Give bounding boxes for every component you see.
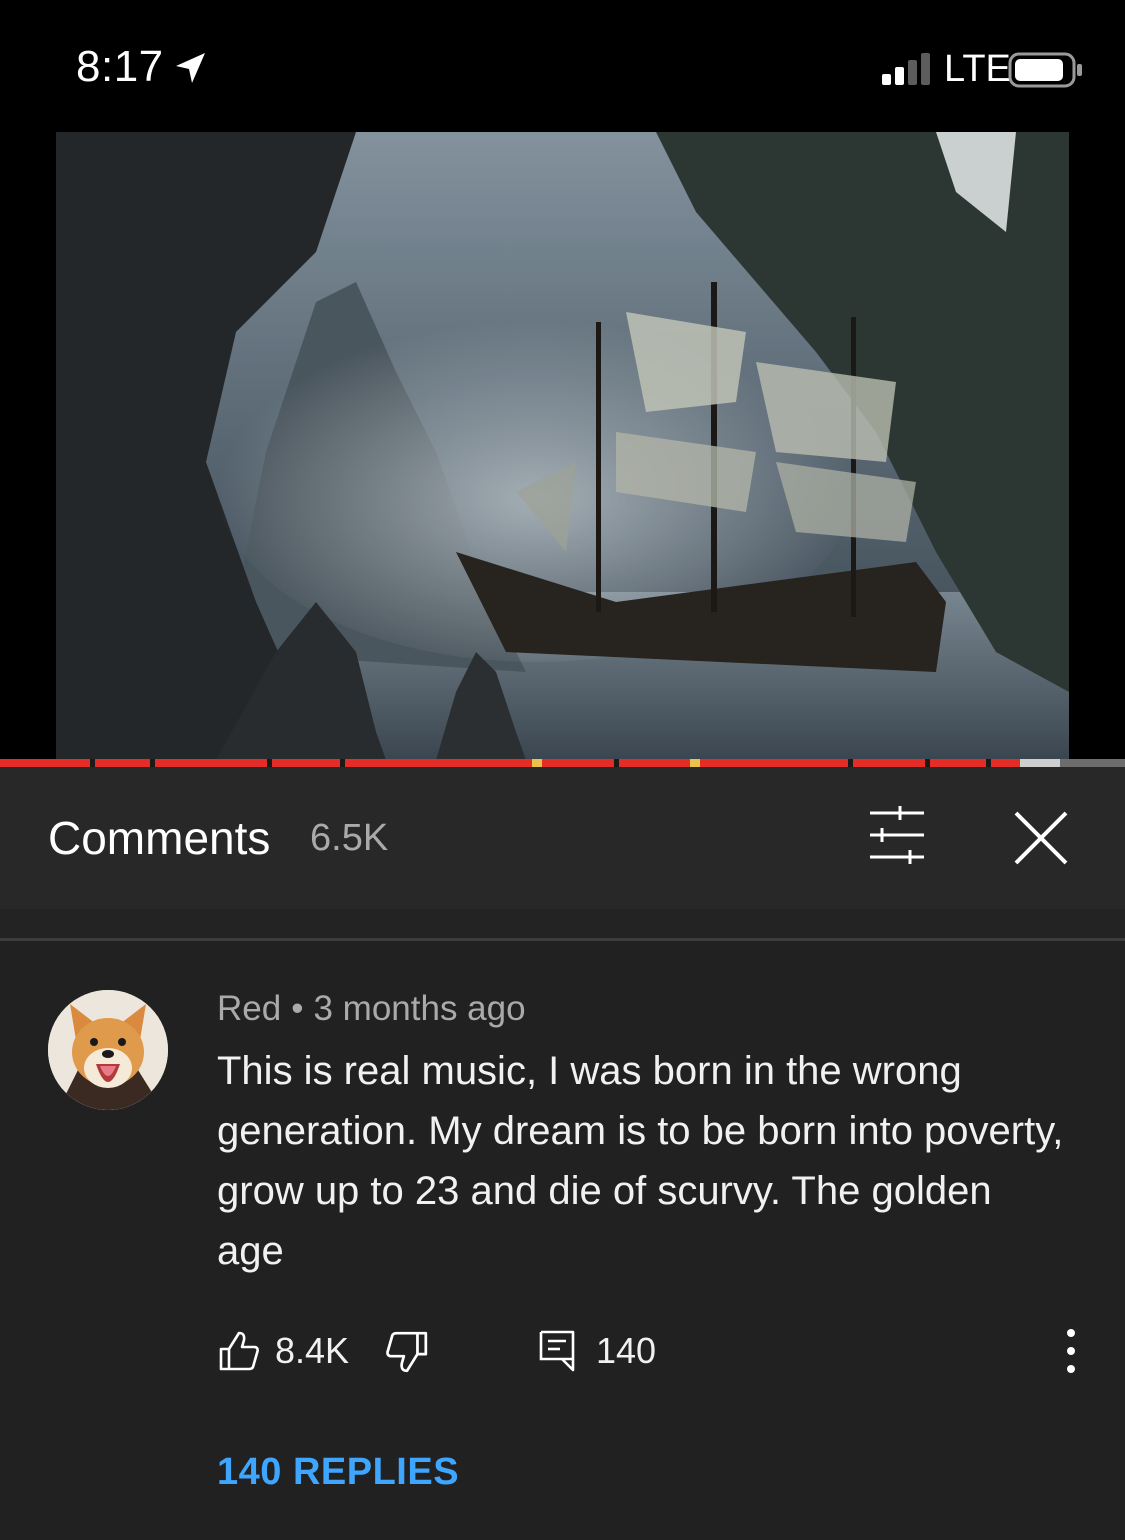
thumbs-down-icon[interactable] [384,1329,430,1375]
comment-time: 3 months ago [313,989,526,1028]
progress-buffered [1020,759,1060,767]
chapter-divider [614,759,619,767]
sort-icon[interactable] [860,805,932,865]
video-thumbnail[interactable] [56,132,1069,760]
dog-avatar-image [48,990,168,1110]
close-icon[interactable] [1008,805,1074,871]
thumbs-up-icon [219,1331,259,1371]
like-count: 8.4K [275,1330,350,1371]
chapter-marker [532,759,542,767]
reply-count: 140 [596,1330,657,1371]
ghost-ship-illustration [56,132,1069,760]
chapter-divider [848,759,853,767]
comments-title: Comments [48,812,271,864]
comments-count: 6.5K [310,817,389,859]
chapter-divider [986,759,991,767]
comments-header: Comments 6.5K [0,767,1125,909]
avatar[interactable] [48,990,168,1110]
carrier-label: LTE [944,48,1011,90]
battery-icon [1008,52,1082,88]
chapter-divider [90,759,95,767]
signal-bars-icon [882,53,930,85]
status-bar: 8:17 LTE [0,0,1125,130]
reply-button[interactable]: 140 [538,1321,656,1381]
chapter-divider [267,759,272,767]
comments-list: Red • 3 months ago This is real music, I w… [0,941,1125,1540]
header-spacer [0,909,1125,939]
chapter-divider [150,759,155,767]
view-replies-link[interactable]: 140 REPLIES [217,1451,459,1494]
video-progress-bar[interactable] [0,759,1125,767]
status-time: 8:17 [76,42,164,91]
comment-author[interactable]: Red [217,989,281,1028]
comment-actions: 8.4K 140 [0,1321,1125,1381]
chapter-divider [925,759,930,767]
chapter-divider [340,759,345,767]
reply-icon [539,1330,575,1372]
more-vertical-icon[interactable] [1058,1327,1084,1375]
like-button[interactable]: 8.4K [217,1321,349,1381]
location-arrow-icon [176,53,205,83]
chapter-marker [690,759,700,767]
video-player[interactable] [0,130,1125,760]
meta-separator: • [291,989,304,1028]
comment-meta: Red • 3 months ago [217,989,526,1029]
comment-text: This is real music, I was born in the wr… [217,1049,1064,1273]
